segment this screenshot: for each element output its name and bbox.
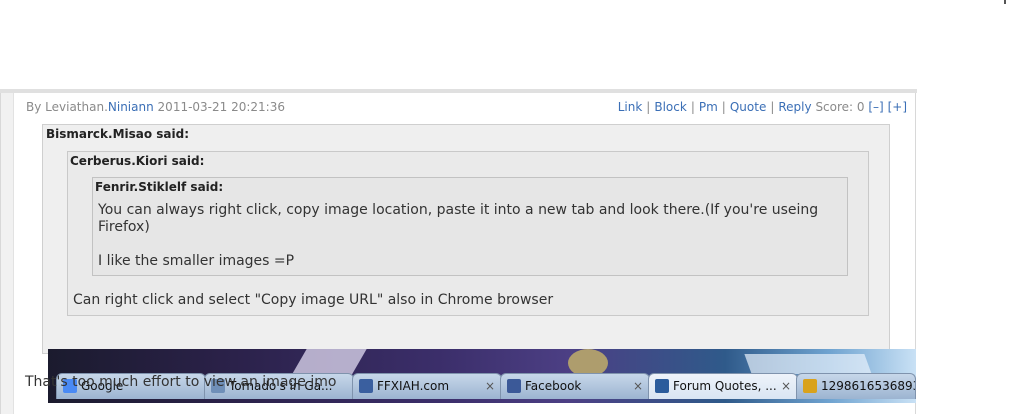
quote-middle-text: Can right click and select "Copy image U… (73, 292, 554, 308)
quote-action[interactable]: Quote (730, 100, 766, 114)
post-meta: By Leviathan.Niniann 2011-03-21 20:21:36 (26, 100, 285, 114)
score-plus-button[interactable]: [+] (888, 100, 907, 114)
quote-outer-author: Bismarck.Misao said: (46, 127, 190, 141)
quote-outer: Bismarck.Misao said: Cerberus.Kiori said… (42, 124, 890, 354)
corner-mark (1004, 0, 1006, 4)
post-sidebar (1, 93, 14, 414)
reply-action[interactable]: Reply (778, 100, 811, 114)
tab-forum-quotes: Forum Quotes, ... × (648, 373, 798, 399)
score-label: Score: 0 (815, 100, 865, 114)
quote-inner-line-1: You can always right click, copy image l… (98, 202, 819, 218)
post-timestamp: 2011-03-21 20:21:36 (157, 100, 285, 114)
author-link[interactable]: Niniann (108, 100, 154, 114)
quote-inner-line-3: I like the smaller images =P (98, 253, 295, 269)
quote-middle-author: Cerberus.Kiori said: (70, 154, 205, 168)
link-action[interactable]: Link (618, 100, 643, 114)
reply-text: That's too much effort to view an image … (25, 374, 337, 390)
tab-image: 1298616536893.... (796, 373, 916, 399)
quote-inner-author: Fenrir.Stiklelf said: (95, 180, 224, 194)
ffxiah-icon (359, 379, 373, 393)
pm-action[interactable]: Pm (699, 100, 718, 114)
image-icon (803, 379, 817, 393)
close-icon: × (632, 379, 643, 393)
facebook-icon (507, 379, 521, 393)
quote-middle: Cerberus.Kiori said: Fenrir.Stiklelf sai… (67, 151, 869, 316)
quote-inner: Fenrir.Stiklelf said: You can always rig… (92, 177, 848, 276)
post-actions: Link | Block | Pm | Quote | Reply Score: 0 [–] [… (617, 100, 907, 114)
score-minus-button[interactable]: [–] (868, 100, 883, 114)
quote-inner-line-2: Firefox) (98, 219, 150, 235)
close-icon: × (484, 379, 495, 393)
ah-icon (655, 379, 669, 393)
block-action[interactable]: Block (654, 100, 686, 114)
tab-facebook: Facebook × (500, 373, 650, 399)
tab-ffxiah: FFXIAH.com × (352, 373, 502, 399)
post-by-label: By Leviathan. (26, 100, 108, 114)
close-icon: × (780, 379, 791, 393)
